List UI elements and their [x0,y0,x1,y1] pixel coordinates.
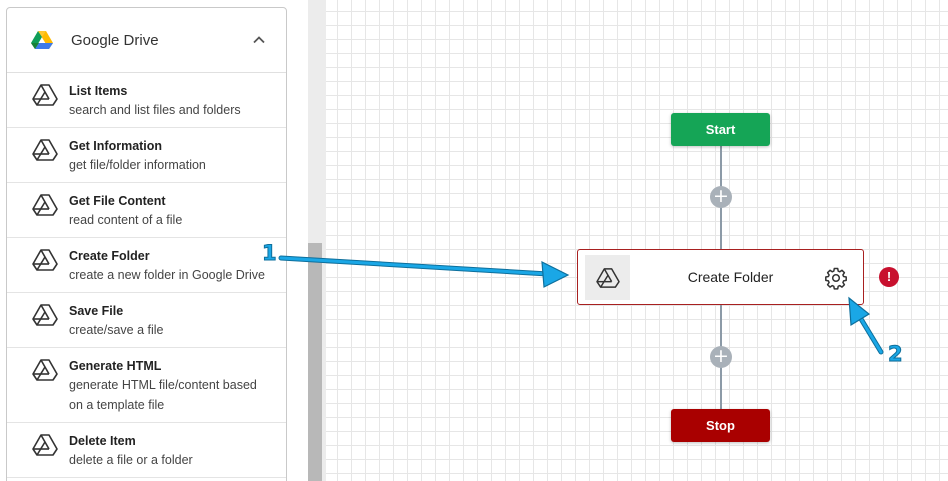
panel-header[interactable]: Google Drive [7,8,286,73]
list-item-list-items[interactable]: List Items search and list files and fol… [7,73,286,128]
item-description: generate HTML file/content based on a te… [69,378,257,412]
item-description: create a new folder in Google Drive [69,268,265,282]
item-name: Create Folder [69,249,150,263]
item-description: get file/folder information [69,158,206,172]
create-folder-node[interactable]: Create Folder [577,249,864,305]
list-item-delete-item[interactable]: Delete Item delete a file or a folder [7,423,286,478]
drive-icon [32,434,58,456]
task-icon-box [585,255,630,300]
scrollbar-thumb[interactable] [308,243,322,481]
item-description: delete a file or a folder [69,453,193,467]
annotation-number: 2 [888,342,904,367]
error-icon: ! [879,267,899,287]
item-name: Delete Item [69,434,136,448]
gear-icon[interactable] [824,266,848,290]
item-name: Generate HTML [69,359,162,373]
drive-icon [32,84,58,106]
panel-title: Google Drive [71,31,159,49]
item-description: create/save a file [69,323,164,337]
list-item-save-file[interactable]: Save File create/save a file [7,293,286,348]
google-drive-panel: Google Drive List Items search and list … [6,7,287,481]
drive-icon [32,194,58,216]
annotation-number: 1 [262,241,278,266]
chevron-up-icon[interactable] [250,30,268,48]
drive-icon [32,139,58,161]
item-name: Get File Content [69,194,166,208]
item-name: List Items [69,84,128,98]
item-description: search and list files and folders [69,103,241,117]
list-item-get-information[interactable]: Get Information get file/folder informat… [7,128,286,183]
add-step-button[interactable]: + [710,346,732,368]
list-item-get-file-content[interactable]: Get File Content read content of a file [7,183,286,238]
task-label: Create Folder [687,269,774,285]
google-drive-logo-icon [31,31,53,49]
stop-node[interactable]: Stop [671,409,770,442]
item-name: Get Information [69,139,163,153]
drive-icon [32,249,58,271]
workflow-canvas[interactable] [326,0,948,481]
start-node[interactable]: Start [671,113,770,146]
item-description: read content of a file [69,213,183,227]
list-item-generate-html[interactable]: Generate HTML generate HTML file/content… [7,348,286,423]
list-item-create-folder[interactable]: Create Folder create a new folder in Goo… [7,238,286,293]
drive-icon [32,304,58,326]
drive-icon [32,359,58,381]
item-name: Save File [69,304,124,318]
drive-icon [595,267,620,288]
add-step-button[interactable]: + [710,186,732,208]
